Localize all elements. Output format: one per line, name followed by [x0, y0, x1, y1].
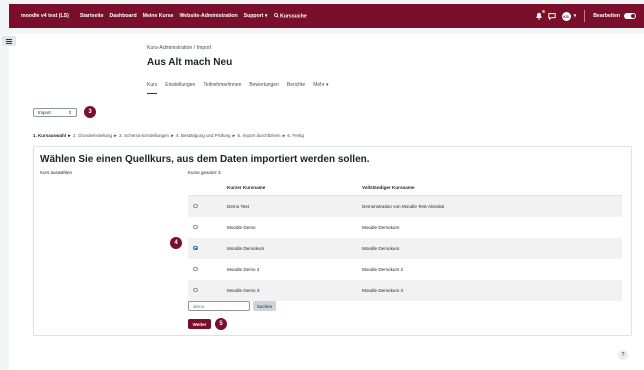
- radio-cell: [188, 238, 226, 259]
- search-icon: [273, 12, 279, 18]
- course-radio-selected[interactable]: [193, 245, 198, 251]
- total-courses: Kurse gesamt: 5: [188, 170, 221, 175]
- course-radio[interactable]: [193, 266, 198, 272]
- short-name-cell: Moodle Demo: [227, 225, 256, 230]
- radio-cell: [188, 195, 226, 217]
- header-short-name: Kurzer Kursname: [226, 179, 361, 196]
- edit-mode-label: Bearbeiten: [593, 13, 620, 19]
- course-radio[interactable]: [193, 287, 198, 293]
- radio-cell: [188, 280, 226, 301]
- notification-dot: [541, 10, 545, 13]
- short-name-cell: Moodle Demo 3: [226, 280, 361, 301]
- current-step: 1. Kursauswahl ►: [33, 133, 72, 138]
- nav-link-meine-kurse[interactable]: Meine Kurse: [143, 13, 174, 19]
- table-header-row: Kurzer Kursname Vollständiger Kursname: [188, 179, 622, 196]
- full-name-cell: Demonstration von Moodle Test-Aktivität: [361, 195, 622, 217]
- navbar: moodle v4 test (LS) Startseite Dashboard…: [9, 4, 644, 28]
- edit-mode-toggle[interactable]: [624, 13, 636, 19]
- short-name-cell: Demo Test: [226, 195, 361, 217]
- import-select[interactable]: Import ⇕: [33, 108, 77, 117]
- step-badge-3: 3: [84, 106, 96, 118]
- chat-icon[interactable]: [547, 12, 556, 20]
- continue-button[interactable]: Weiter: [188, 319, 211, 329]
- full-name-cell: Moodle Demokurs: [361, 238, 622, 259]
- page-title: Aus Alt mach Neu: [147, 57, 233, 68]
- course-table: Kurzer Kursname Vollständiger Kursname D…: [188, 179, 622, 301]
- notification-bell-icon[interactable]: [535, 10, 545, 20]
- full-name-cell: Moodle Demokurs 2: [362, 267, 404, 272]
- table-row[interactable]: Demo Test Demonstration von Moodle Test-…: [188, 195, 622, 217]
- short-name-cell: Moodle Demokurs: [226, 238, 361, 259]
- nav-link-startseite[interactable]: Startseite: [80, 13, 104, 19]
- table-row[interactable]: Moodle Demokurs Moodle Demokurs: [188, 238, 622, 259]
- header-select: [188, 179, 226, 196]
- tab-bewertungen[interactable]: Bewertungen: [249, 82, 278, 94]
- avatar[interactable]: KS: [561, 11, 571, 21]
- header-full-name: Vollständiger Kursname: [361, 179, 622, 196]
- full-name-cell: Moodle Demokurs 3: [361, 280, 622, 301]
- table-row[interactable]: Moodle Demo 2 Moodle Demokurs 2: [188, 259, 622, 280]
- step-badge-4: 4: [170, 237, 182, 249]
- step-badge-5: 5: [215, 318, 227, 330]
- course-search-label: Kurssuche: [280, 13, 307, 20]
- tab-mehr[interactable]: Mehr ▾: [313, 82, 328, 94]
- search-button[interactable]: Suchen: [253, 301, 276, 311]
- select-arrow-icon: ⇕: [68, 109, 72, 115]
- radio-cell: [188, 217, 226, 238]
- short-name-cell: Moodle Demo 2: [227, 267, 260, 272]
- tab-einstellungen[interactable]: Einstellungen: [165, 82, 195, 94]
- breadcrumb: Kurs-Administration / Import: [147, 45, 212, 51]
- navbar-right: KS ▾ Bearbeiten: [535, 10, 644, 22]
- nav-link-support[interactable]: Support ▾: [244, 13, 268, 19]
- avatar-caret[interactable]: ▾: [574, 13, 577, 19]
- help-button[interactable]: ?: [618, 350, 628, 360]
- tab-berichte[interactable]: Berichte: [287, 82, 305, 94]
- course-search-link[interactable]: Kurssuche: [273, 12, 307, 20]
- radio-cell: [188, 259, 226, 280]
- course-tabs: Kurs Einstellungen Teilnehmer/innen Bewe…: [147, 82, 337, 94]
- menu-icon: [6, 38, 12, 44]
- table-row[interactable]: Moodle Demo Moodle Demokurs: [188, 217, 622, 238]
- nav-link-website-administration[interactable]: Website-Administration: [179, 13, 237, 19]
- remaining-steps: 2. Grundeinstellung ► 3. Schema-Einstell…: [72, 133, 304, 138]
- drawer-toggle-button[interactable]: [2, 36, 16, 46]
- import-select-value: Import: [38, 110, 51, 115]
- full-name-cell: Moodle Demokurs: [362, 225, 400, 230]
- nav-link-dashboard[interactable]: Dashboard: [110, 13, 137, 19]
- left-strip: [0, 34, 9, 370]
- tab-teilnehmer[interactable]: Teilnehmer/innen: [203, 82, 241, 94]
- table-row[interactable]: Moodle Demo 3 Moodle Demokurs 3: [188, 280, 622, 301]
- tab-kurs[interactable]: Kurs: [147, 82, 158, 94]
- page-header: Kurs-Administration / Import Aus Alt mac…: [147, 45, 232, 68]
- import-steps: 1. Kursauswahl ► 2. Grundeinstellung ► 3…: [33, 133, 304, 138]
- course-select-label: Kurs auswählen: [40, 170, 73, 175]
- site-name[interactable]: moodle v4 test (LS): [21, 13, 69, 19]
- course-search-input[interactable]: demo: [188, 301, 250, 311]
- navbar-divider: [584, 10, 586, 22]
- course-radio[interactable]: [193, 203, 198, 209]
- course-radio[interactable]: [193, 224, 198, 230]
- section-heading: Wählen Sie einen Quellkurs, aus dem Date…: [40, 154, 370, 165]
